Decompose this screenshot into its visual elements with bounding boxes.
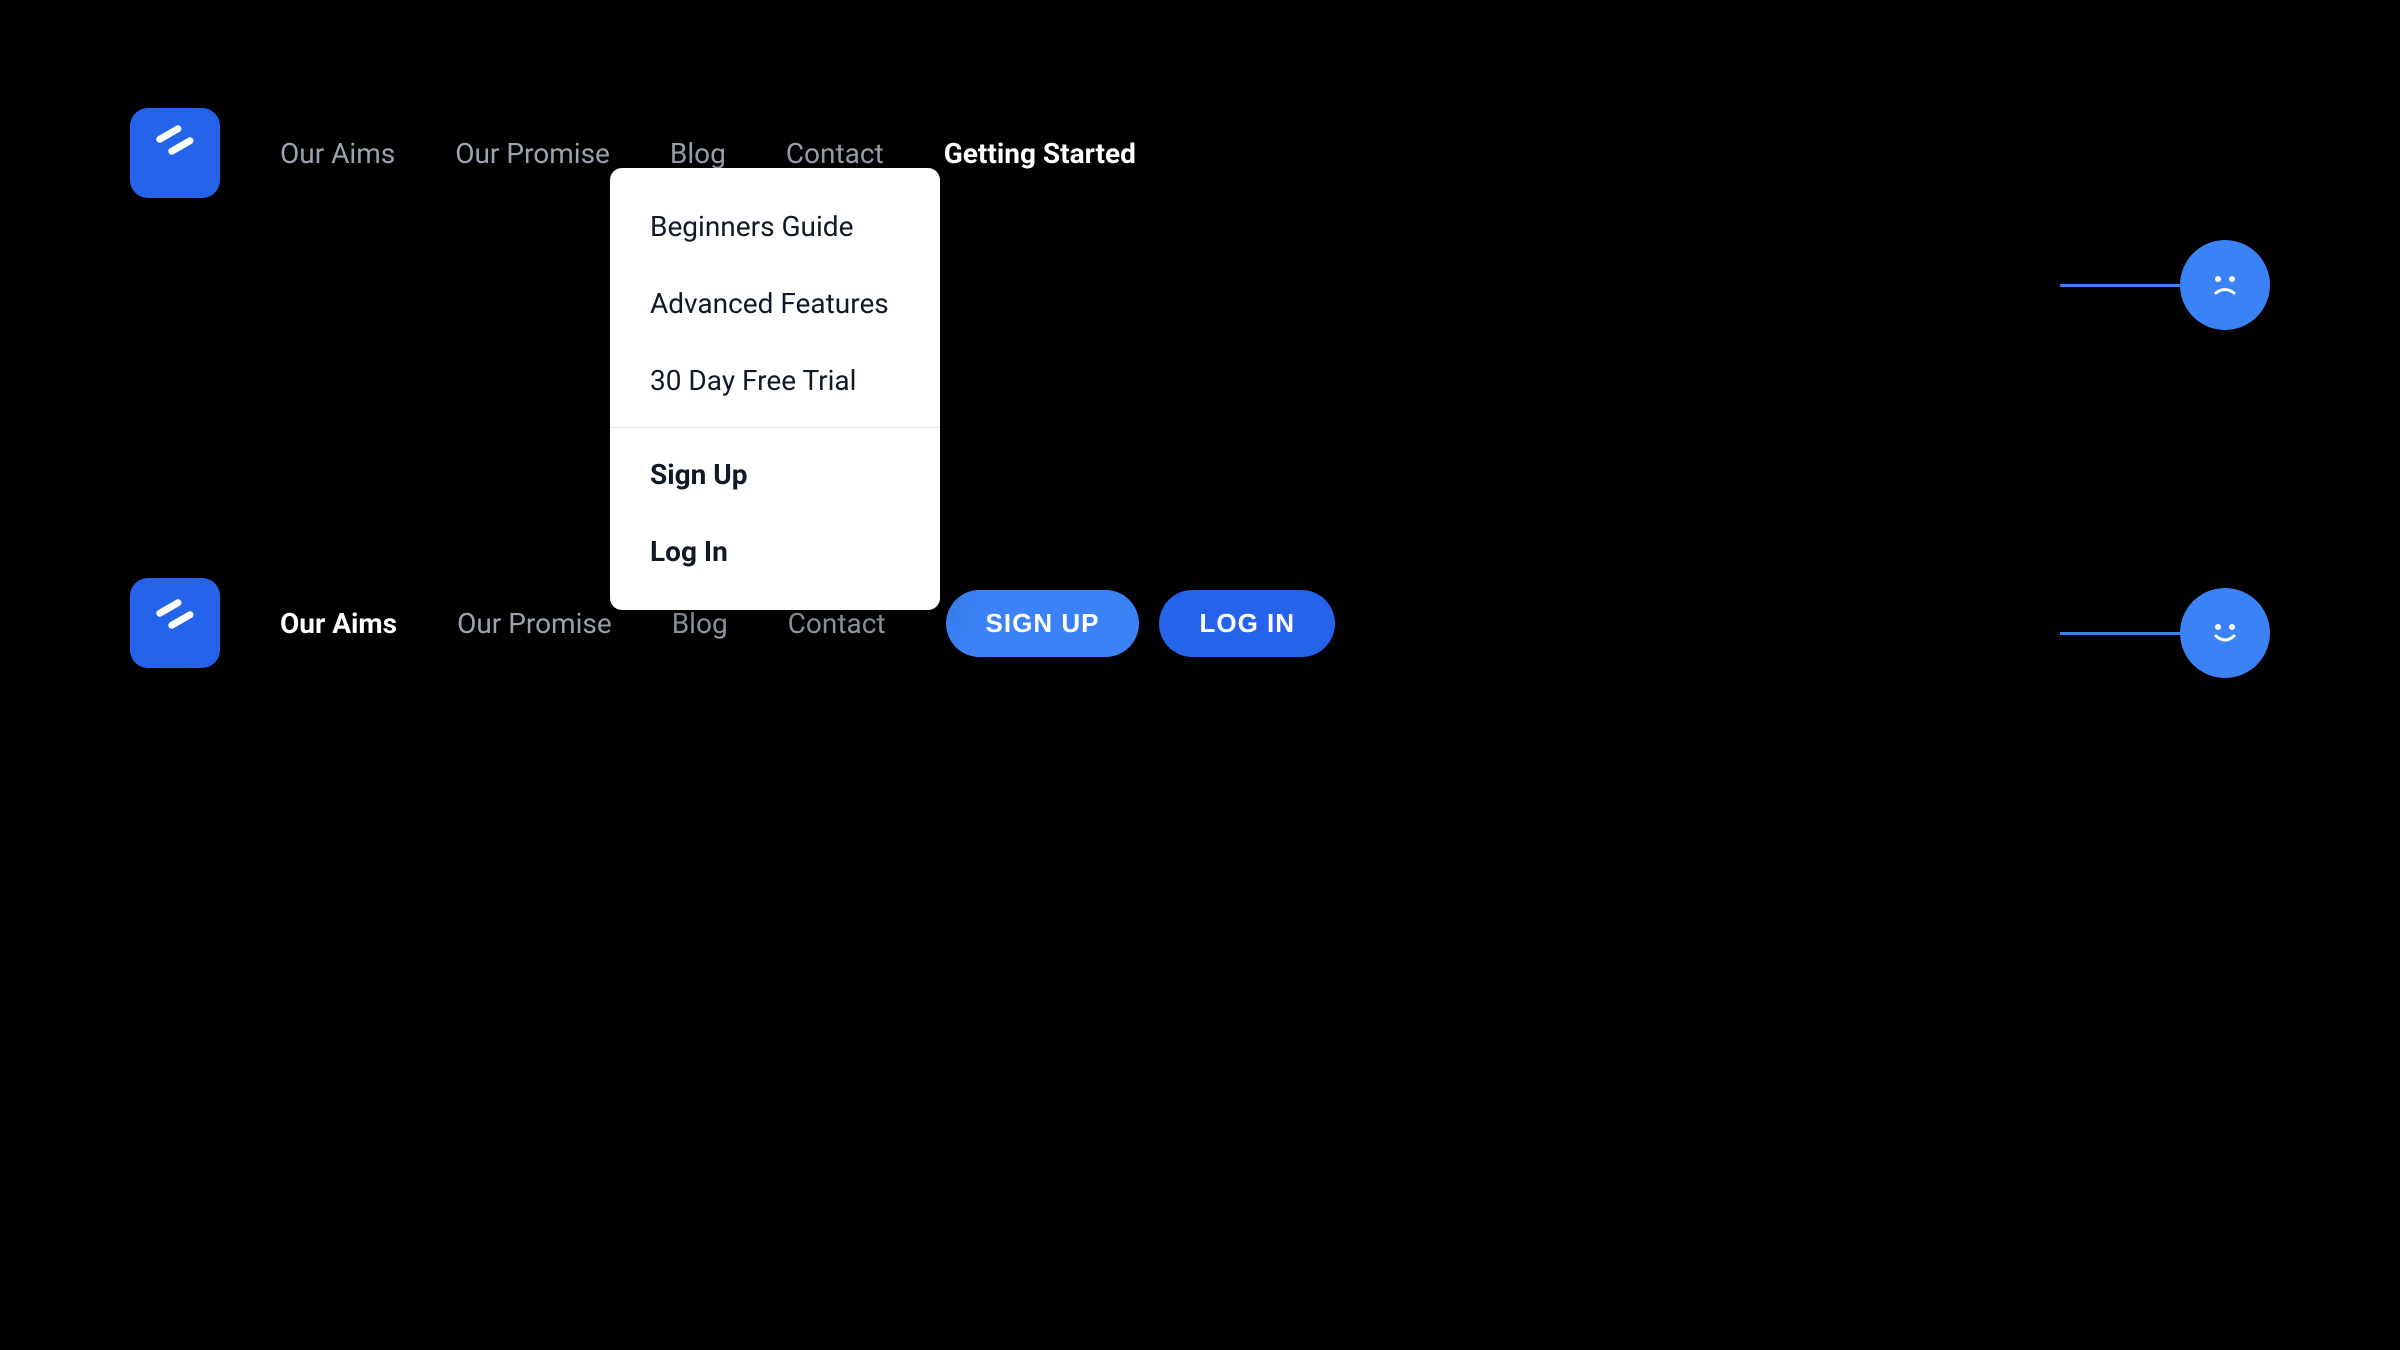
dropdown-divider (610, 427, 940, 428)
nav-blog[interactable]: Blog (670, 137, 726, 170)
happy-face-icon (2200, 608, 2250, 658)
signup-button[interactable]: SIGN UP (946, 590, 1140, 657)
feedback-indicator-bottom (2060, 588, 2270, 678)
feedback-indicator-top (2060, 240, 2270, 330)
logo-icon-bottom (150, 598, 200, 648)
dropdown-item-30day-trial[interactable]: 30 Day Free Trial (610, 342, 940, 419)
logo-bottom[interactable] (130, 578, 220, 668)
sad-face-icon (2200, 260, 2250, 310)
feedback-circle-top[interactable] (2180, 240, 2270, 330)
nav-getting-started[interactable]: Getting Started (944, 137, 1136, 170)
dropdown-menu-container: Beginners Guide Advanced Features 30 Day… (610, 168, 940, 610)
nav-bottom-blog[interactable]: Blog (672, 607, 728, 640)
nav-links-top: Our Aims Our Promise Blog Contact Gettin… (280, 137, 1136, 170)
dropdown-item-advanced-features[interactable]: Advanced Features (610, 265, 940, 342)
nav-bottom-our-aims[interactable]: Our Aims (280, 607, 397, 640)
nav-buttons: SIGN UP LOG IN (946, 590, 1335, 657)
logo-icon (150, 124, 200, 183)
dropdown-menu: Beginners Guide Advanced Features 30 Day… (610, 168, 940, 610)
nav-bottom-contact[interactable]: Contact (788, 607, 886, 640)
nav-our-aims[interactable]: Our Aims (280, 137, 395, 170)
login-button[interactable]: LOG IN (1159, 590, 1335, 657)
logo[interactable] (130, 108, 220, 198)
nav-bottom-our-promise[interactable]: Our Promise (457, 607, 612, 640)
nav-contact[interactable]: Contact (786, 137, 884, 170)
nav-links-bottom: Our Aims Our Promise Blog Contact (280, 607, 886, 640)
dropdown-item-login[interactable]: Log In (610, 513, 940, 590)
nav-our-promise[interactable]: Our Promise (455, 137, 610, 170)
feedback-line-top (2060, 284, 2180, 287)
feedback-line-bottom (2060, 632, 2180, 635)
dropdown-item-beginners-guide[interactable]: Beginners Guide (610, 188, 940, 265)
feedback-circle-bottom[interactable] (2180, 588, 2270, 678)
dropdown-item-signup[interactable]: Sign Up (610, 436, 940, 513)
